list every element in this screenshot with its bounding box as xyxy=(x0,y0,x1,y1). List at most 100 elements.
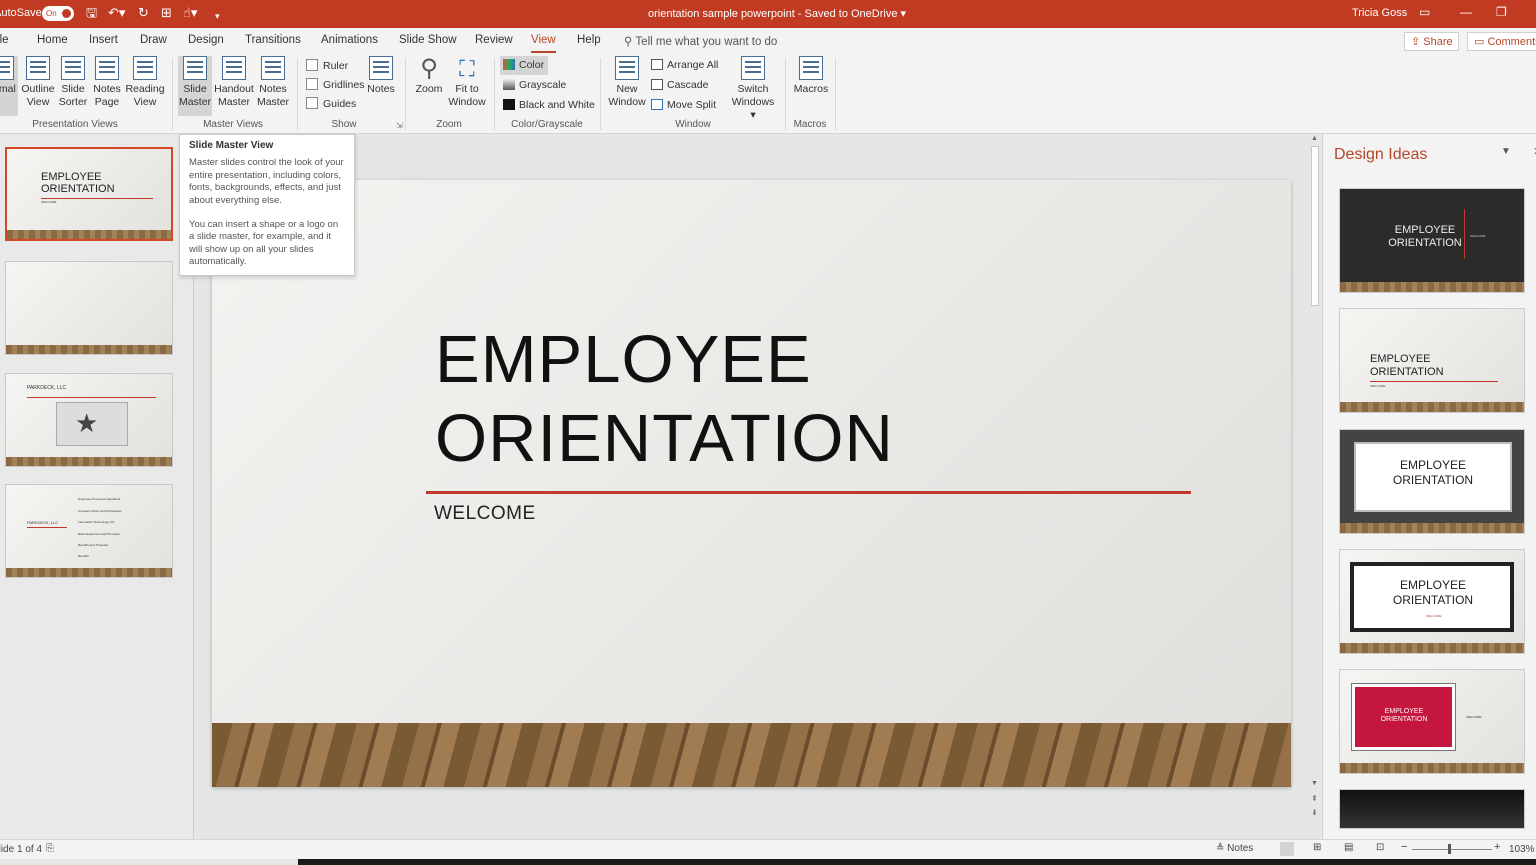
slide-count: Slide 1 of 4 xyxy=(0,844,43,855)
notes-master-button[interactable]: Notes Master xyxy=(256,56,290,109)
tab-review[interactable]: Review xyxy=(475,34,513,46)
macros-icon xyxy=(799,56,823,80)
cascade-icon xyxy=(651,79,663,90)
slideshow-status-icon[interactable]: ⊡ xyxy=(1376,842,1384,853)
design-idea-card-3[interactable]: EMPLOYEE ORIENTATION xyxy=(1339,429,1525,534)
notes-button[interactable]: Notes xyxy=(366,56,396,96)
black-white-button[interactable]: Black and White xyxy=(503,99,595,111)
tell-me-search[interactable]: ⚲ Tell me what you want to do xyxy=(624,34,777,48)
undo-icon[interactable]: ↶▾ xyxy=(108,6,125,20)
normal-view-status-icon[interactable] xyxy=(1280,842,1294,856)
zoom-slider-thumb[interactable] xyxy=(1448,844,1451,854)
macros-button[interactable]: Macros xyxy=(792,56,830,96)
tab-home[interactable]: Home xyxy=(37,34,68,46)
tab-view[interactable]: View xyxy=(531,34,556,53)
minimize-icon[interactable]: — xyxy=(1460,5,1472,19)
switch-windows-button[interactable]: Switch Windows ▾ xyxy=(728,56,778,122)
slide-subtitle[interactable]: WELCOME xyxy=(434,503,536,525)
reading-view-button[interactable]: Reading View xyxy=(125,56,165,109)
cascade-button[interactable]: Cascade xyxy=(651,79,708,91)
tab-animations[interactable]: Animations xyxy=(321,34,378,46)
reading-label-2: View xyxy=(133,96,157,108)
slide-sorter-button[interactable]: Slide Sorter xyxy=(58,56,88,109)
customize-qat-icon[interactable]: ▾ xyxy=(215,9,220,23)
normal-view-button[interactable]: Normal xyxy=(0,56,18,116)
zoom-slider[interactable] xyxy=(1412,849,1492,850)
spelling-icon[interactable]: ⎘ xyxy=(46,843,54,854)
tab-draw[interactable]: Draw xyxy=(140,34,167,46)
zoom-button[interactable]: ⚲ Zoom xyxy=(412,56,446,96)
vertical-scrollbar[interactable]: ▲ ▼ ⇞ ⇟ xyxy=(1308,134,1322,839)
slide-thumbnail-pane[interactable]: EMPLOYEE ORIENTATION WELCOME PARKDECK, L… xyxy=(0,134,194,839)
ruler-checkbox[interactable]: Ruler xyxy=(306,59,348,72)
divider xyxy=(600,58,601,130)
thumb-divider xyxy=(27,397,156,398)
scroll-thumb[interactable] xyxy=(1311,146,1319,306)
tab-help[interactable]: Help xyxy=(577,34,601,46)
chevron-down-icon[interactable]: ▼ xyxy=(1501,146,1511,157)
tab-slide-show[interactable]: Slide Show xyxy=(399,34,457,46)
guides-checkbox[interactable]: Guides xyxy=(306,97,356,110)
touch-mode-icon[interactable]: ☝▾ xyxy=(183,6,197,20)
save-icon[interactable]: 🖫 xyxy=(86,6,97,20)
grayscale-button[interactable]: Grayscale xyxy=(503,79,566,91)
notes-page-label-1: Notes xyxy=(93,83,121,95)
next-slide-icon[interactable]: ⇟ xyxy=(1311,808,1318,817)
user-name[interactable]: Tricia Goss xyxy=(1352,7,1407,19)
notes-toggle[interactable]: ≜ Notes xyxy=(1216,843,1253,854)
slide-thumbnail-1[interactable]: EMPLOYEE ORIENTATION WELCOME xyxy=(5,147,173,241)
switch-label-1: Switch xyxy=(737,83,769,95)
design-idea-card-4[interactable]: EMPLOYEE ORIENTATION WELCOME xyxy=(1339,549,1525,654)
slide-title[interactable]: EMPLOYEE ORIENTATION xyxy=(435,320,894,478)
presentation-icon[interactable]: ⊞ xyxy=(161,6,172,20)
design-idea-card-2[interactable]: EMPLOYEE ORIENTATION WELCOME xyxy=(1339,308,1525,413)
arrange-all-button[interactable]: Arrange All xyxy=(651,59,718,71)
design-idea-card-5[interactable]: EMPLOYEE ORIENTATION WELCOME xyxy=(1339,669,1525,774)
slide-master-label-2: Master xyxy=(178,96,212,108)
tab-transitions[interactable]: Transitions xyxy=(245,34,301,46)
zoom-out-icon[interactable]: − xyxy=(1401,841,1407,853)
slide-thumbnail-4[interactable]: PARKDECK, LLC Employee Personnel Handboo… xyxy=(5,484,173,578)
share-button[interactable]: ⇪ Share xyxy=(1404,32,1459,51)
zoom-in-icon[interactable]: + xyxy=(1494,841,1500,853)
gridlines-checkbox[interactable]: Gridlines xyxy=(306,78,364,91)
fit-to-window-button[interactable]: ⛶ Fit to Window xyxy=(447,56,487,109)
slide-thumbnail-2[interactable] xyxy=(5,261,173,355)
tab-file[interactable]: File xyxy=(0,34,9,46)
design-idea-card-6[interactable] xyxy=(1339,789,1525,829)
autosave-toggle[interactable]: On xyxy=(42,6,74,21)
zoom-level[interactable]: 103% xyxy=(1509,844,1535,855)
share-label: Share xyxy=(1423,36,1453,48)
title-line-1: EMPLOYEE xyxy=(435,322,812,397)
notes-page-button[interactable]: Notes Page xyxy=(92,56,122,109)
slide-canvas[interactable]: EMPLOYEE ORIENTATION WELCOME xyxy=(212,180,1291,787)
tab-design[interactable]: Design xyxy=(188,34,224,46)
outline-view-button[interactable]: Outline View xyxy=(21,56,55,109)
title-divider-line xyxy=(426,491,1191,494)
thumb-title: PARKDECK, LLC xyxy=(27,520,59,525)
comments-button[interactable]: ▭ Comments xyxy=(1467,32,1536,51)
scroll-up-icon[interactable]: ▲ xyxy=(1311,135,1318,142)
design-idea-card-1[interactable]: EMPLOYEE ORIENTATION WELCOME xyxy=(1339,188,1525,293)
slide-master-button[interactable]: Slide Master xyxy=(178,56,212,116)
reading-view-status-icon[interactable]: ▤ xyxy=(1344,842,1353,853)
status-bar: Slide 1 of 4 ⎘ ≜ Notes ⊞ ▤ ⊡ − + 103% xyxy=(0,839,1536,859)
dialog-launcher-icon[interactable]: ⇲ xyxy=(396,121,403,130)
new-window-label-1: New xyxy=(616,83,638,95)
new-window-button[interactable]: New Window xyxy=(608,56,646,109)
move-split-button[interactable]: Move Split xyxy=(651,99,716,111)
black-white-icon xyxy=(503,99,515,110)
tab-insert[interactable]: Insert xyxy=(89,34,118,46)
scroll-down-icon[interactable]: ▼ xyxy=(1311,780,1318,787)
previous-slide-icon[interactable]: ⇞ xyxy=(1311,794,1318,803)
ribbon-display-icon[interactable]: ▭ xyxy=(1419,5,1430,19)
redo-icon[interactable]: ↻ xyxy=(138,6,149,20)
handout-master-button[interactable]: Handout Master xyxy=(214,56,254,109)
document-title[interactable]: orientation sample powerpoint - Saved to… xyxy=(648,7,906,20)
divider xyxy=(405,58,406,130)
slide-sorter-status-icon[interactable]: ⊞ xyxy=(1313,842,1321,853)
restore-icon[interactable]: ❐ xyxy=(1496,5,1507,19)
grayscale-label: Grayscale xyxy=(519,79,567,91)
color-button[interactable]: Color xyxy=(503,59,544,71)
slide-thumbnail-3[interactable]: PARKDECK, LLC xyxy=(5,373,173,467)
